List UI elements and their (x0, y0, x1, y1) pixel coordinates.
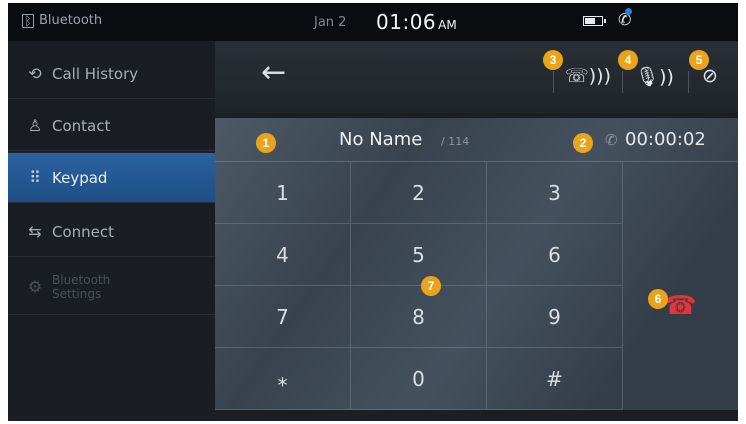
battery-icon (583, 16, 606, 26)
dial-keypad: 1 2 3 4 5 6 7 8 9 ⁎ 0 # (215, 162, 623, 410)
callout-marker: 3 (543, 50, 563, 70)
time-label: 01:06 (376, 10, 437, 34)
sidebar-item-label: Keypad (52, 168, 108, 187)
source-indicator: ᛒ Bluetooth (22, 13, 102, 28)
sidebar-item-contact[interactable]: ♙ Contact (8, 101, 215, 151)
key-hash[interactable]: # (487, 348, 623, 410)
source-label: Bluetooth (39, 13, 103, 28)
key-9[interactable]: 9 (487, 286, 623, 348)
caller-name: No Name (339, 129, 423, 150)
toolbar-divider (622, 71, 623, 93)
sidebar-item-call-history[interactable]: ⟲ Call History (8, 49, 215, 99)
callout-marker: 6 (648, 289, 668, 309)
key-6[interactable]: 6 (487, 224, 623, 286)
call-toolbar: ← ☏))) 🎙)) ⊘ (215, 41, 738, 113)
history-icon: ⟲ (28, 64, 42, 83)
date-label: Jan 2 (314, 15, 347, 30)
key-4[interactable]: 4 (215, 224, 351, 286)
sidebar-item-bluetooth-settings: ⚙ Bluetooth Settings (8, 259, 215, 315)
end-call-icon: ☎ (664, 291, 697, 321)
clock: 01:06 AM (376, 10, 457, 34)
end-call-area: ☎ (623, 162, 738, 410)
callout-marker: 2 (573, 133, 593, 153)
microphone-icon[interactable]: 🎙)) (635, 65, 674, 88)
callout-marker: 1 (256, 133, 276, 153)
bluetooth-icon: ᛒ (22, 13, 34, 28)
caller-number: / 114 (441, 135, 470, 148)
call-duration-icon: ✆ (605, 131, 618, 149)
key-5[interactable]: 5 (351, 224, 487, 286)
sidebar-item-connect[interactable]: ⇆ Connect (8, 207, 215, 257)
status-bar: ᛒ Bluetooth Jan 2 01:06 AM ✆ (8, 3, 738, 41)
label-line-1: Bluetooth (52, 272, 111, 287)
key-8[interactable]: 8 (351, 286, 487, 348)
connect-icon: ⇆ (28, 222, 42, 241)
sidebar-item-label: Bluetooth Settings (52, 273, 110, 301)
callout-marker: 4 (618, 50, 638, 70)
key-1[interactable]: 1 (215, 162, 351, 224)
handset-audio-icon[interactable]: ☏))) (565, 65, 611, 87)
key-0[interactable]: 0 (351, 348, 487, 410)
gear-icon: ⚙ (27, 277, 43, 296)
callout-marker: 7 (421, 276, 441, 296)
key-7[interactable]: 7 (215, 286, 351, 348)
keypad-icon: ⠿ (29, 168, 41, 187)
contact-icon: ♙ (27, 116, 43, 135)
sidebar-item-keypad[interactable]: ⠿ Keypad (8, 153, 215, 203)
call-info-bar: No Name / 114 ✆ 00:00:02 (215, 118, 738, 162)
toolbar-divider (553, 71, 554, 93)
call-duration: 00:00:02 (625, 129, 706, 150)
back-arrow-icon[interactable]: ← (261, 55, 286, 90)
bluetooth-call-screen: ᛒ Bluetooth Jan 2 01:06 AM ✆ ⟲ Call Histo… (8, 3, 738, 421)
ampm-label: AM (438, 18, 457, 32)
end-call-button[interactable]: ☎ (623, 162, 738, 410)
label-line-2: Settings (52, 286, 102, 301)
sidebar-item-label: Contact (52, 116, 111, 135)
key-3[interactable]: 3 (487, 162, 623, 224)
phone-connected-dot (625, 8, 632, 15)
toolbar-divider (688, 71, 689, 93)
key-star[interactable]: ⁎ (215, 348, 351, 410)
key-2[interactable]: 2 (351, 162, 487, 224)
sidebar-item-label: Call History (52, 64, 139, 83)
call-panel: No Name / 114 ✆ 00:00:02 1 2 3 4 5 6 7 8… (215, 118, 738, 410)
sidebar: ⟲ Call History ♙ Contact ⠿ Keypad ⇆ Conn… (8, 41, 215, 421)
sidebar-item-label: Connect (52, 222, 115, 241)
callout-marker: 5 (689, 50, 709, 70)
